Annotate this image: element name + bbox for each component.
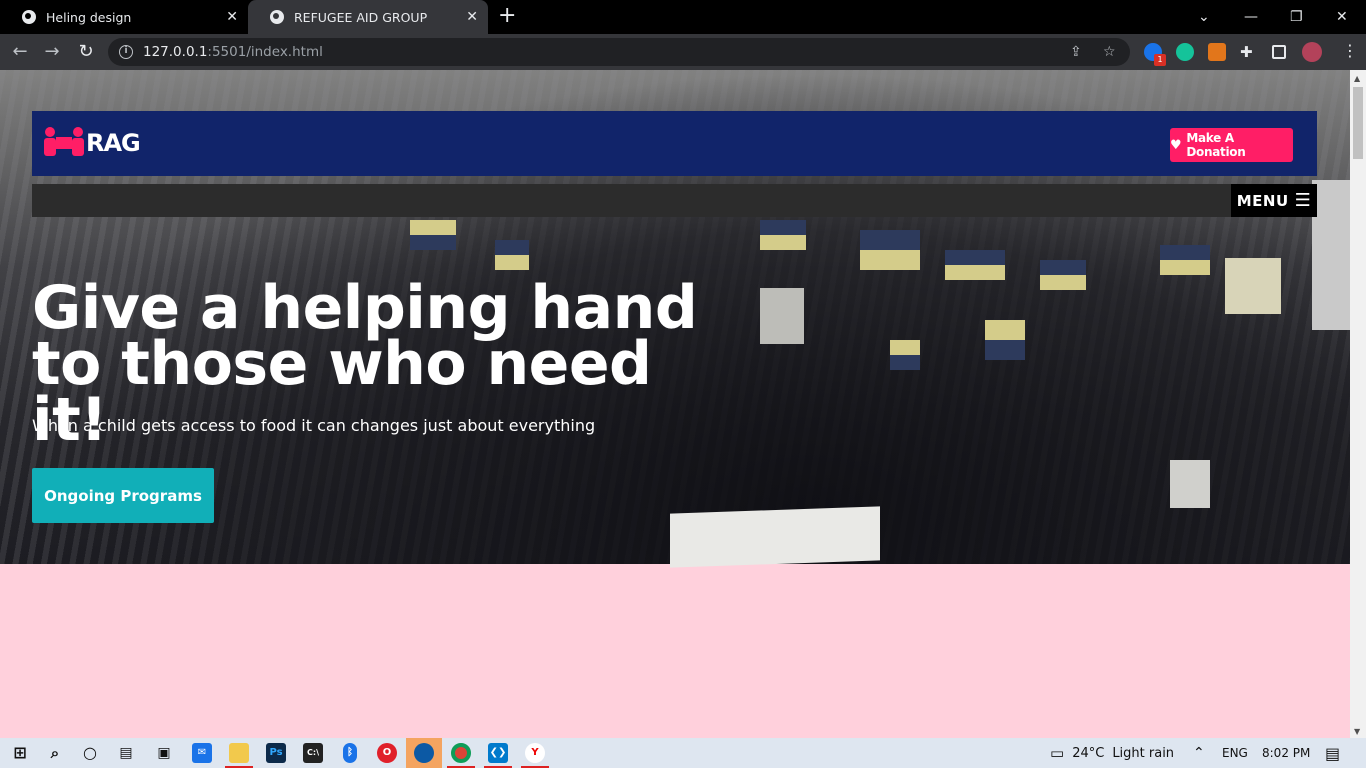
hamburger-icon: ☰	[1294, 190, 1312, 211]
chrome-icon[interactable]	[451, 743, 471, 763]
task-view-icon[interactable]: ▤	[116, 743, 136, 763]
site-header: RAG ♥ Make A Donation	[32, 111, 1317, 176]
globe-icon	[22, 10, 36, 24]
command-prompt-icon[interactable]: C:\	[303, 743, 323, 763]
crowd-placard	[1170, 460, 1210, 508]
metamask-icon[interactable]	[1208, 43, 1226, 61]
donate-label: Make A Donation	[1186, 131, 1246, 159]
url-text: 127.0.0.1:5501/index.html	[143, 44, 323, 60]
browser-toolbar: ← → ↻ i 127.0.0.1:5501/index.html ⇪ ☆ 1 …	[0, 34, 1366, 70]
bluetooth-icon[interactable]: ᛒ	[343, 743, 357, 763]
show-hidden-icons-chevron-icon[interactable]: ⌃	[1193, 738, 1205, 768]
browser-tab-strip: Heling design ✕ REFUGEE AID GROUP ✕ + ⌄ …	[0, 0, 1366, 34]
close-window-icon[interactable]: ✕	[1336, 0, 1348, 34]
hero-section: RAG ♥ Make A Donation MENU ☰ Give a help…	[0, 70, 1350, 568]
page-scrollbar[interactable]: ▲ ▼	[1350, 70, 1366, 738]
tab-title: Heling design	[46, 9, 132, 25]
weather-temp: 24°C	[1072, 745, 1105, 761]
close-tab-icon[interactable]: ✕	[466, 9, 478, 25]
address-bar[interactable]: i 127.0.0.1:5501/index.html ⇪ ☆	[108, 38, 1130, 66]
edge-icon[interactable]	[414, 743, 434, 763]
tab-search-chevron-icon[interactable]: ⌄	[1198, 0, 1210, 34]
rag-logo-icon	[44, 127, 84, 159]
file-explorer-icon[interactable]	[229, 743, 249, 763]
side-panel-icon[interactable]	[1272, 45, 1286, 59]
weather-widget[interactable]: ▭ 24°C Light rain	[1050, 738, 1174, 768]
scroll-down-arrow-icon[interactable]: ▼	[1354, 727, 1360, 736]
hero-subtitle: When a child gets access to food it can …	[32, 416, 596, 435]
heart-icon: ♥	[1170, 137, 1182, 153]
crowd-flag	[1160, 245, 1210, 275]
ongoing-programs-button[interactable]: Ongoing Programs	[32, 468, 214, 523]
crowd-flag	[760, 220, 806, 250]
scroll-thumb[interactable]	[1353, 87, 1363, 159]
globe-icon	[270, 10, 284, 24]
clock[interactable]: 8:02 PM	[1262, 738, 1310, 768]
new-tab-plus-icon[interactable]: +	[498, 5, 516, 27]
windows-taskbar: ⊞ ⌕ ○ ▤ ▣ ✉ Ps C:\ ᛒ O ❮❯ Y ▭ 24°C Light…	[0, 738, 1366, 768]
site-logo[interactable]: RAG	[44, 127, 141, 159]
tab-heling-design[interactable]: Heling design ✕	[0, 0, 248, 34]
mail-icon[interactable]: ✉	[192, 743, 212, 763]
grammarly-icon[interactable]	[1176, 43, 1194, 61]
bookmark-star-icon[interactable]: ☆	[1103, 44, 1116, 60]
logo-text: RAG	[86, 129, 141, 157]
page-viewport: RAG ♥ Make A Donation MENU ☰ Give a help…	[0, 70, 1350, 738]
notifications-icon[interactable]: ▤	[1325, 738, 1340, 768]
crowd-flag	[410, 220, 456, 250]
more-menu-icon[interactable]: ⋮	[1342, 41, 1358, 60]
back-arrow-icon[interactable]: ←	[8, 40, 32, 64]
tab-title: REFUGEE AID GROUP	[294, 9, 428, 25]
profile-avatar[interactable]	[1302, 42, 1322, 62]
weather-text: Light rain	[1112, 745, 1175, 761]
site-info-icon[interactable]: i	[119, 45, 133, 59]
share-icon[interactable]: ⇪	[1070, 44, 1082, 60]
extensions-puzzle-icon[interactable]: ✚	[1240, 43, 1253, 61]
search-icon[interactable]: ⌕	[45, 743, 65, 763]
store-bag-icon[interactable]: ▣	[154, 743, 174, 763]
make-donation-button[interactable]: ♥ Make A Donation	[1170, 128, 1293, 162]
windows-start-icon[interactable]: ⊞	[10, 743, 30, 763]
crowd-placard	[1312, 180, 1350, 330]
weather-icon: ▭	[1050, 744, 1065, 762]
crowd-flag	[985, 320, 1025, 360]
tab-refugee-aid-group[interactable]: REFUGEE AID GROUP ✕	[248, 0, 488, 34]
menu-bar: MENU ☰	[32, 184, 1317, 217]
language-indicator[interactable]: ENG	[1222, 738, 1248, 768]
menu-label: MENU	[1236, 191, 1289, 210]
crowd-flag	[495, 240, 529, 270]
crowd-flag	[860, 230, 920, 270]
reload-icon[interactable]: ↻	[74, 40, 98, 64]
minimize-icon[interactable]: —	[1244, 0, 1258, 34]
crowd-placard	[760, 288, 804, 344]
vscode-icon[interactable]: ❮❯	[488, 743, 508, 763]
yandex-icon[interactable]: Y	[525, 743, 545, 763]
close-tab-icon[interactable]: ✕	[226, 9, 238, 25]
cortana-circle-icon[interactable]: ○	[80, 743, 100, 763]
crowd-flag	[1040, 260, 1086, 290]
restore-icon[interactable]: ❐	[1290, 0, 1303, 34]
opera-icon[interactable]: O	[377, 743, 397, 763]
menu-button[interactable]: MENU ☰	[1231, 184, 1317, 217]
photoshop-icon[interactable]: Ps	[266, 743, 286, 763]
forward-arrow-icon[interactable]: →	[40, 40, 64, 64]
scroll-up-arrow-icon[interactable]: ▲	[1354, 74, 1360, 83]
crowd-flag	[945, 250, 1005, 280]
crowd-flag	[890, 340, 920, 370]
crowd-placard	[1225, 258, 1281, 314]
crowd-placard	[670, 506, 880, 568]
extension-badge: 1	[1154, 54, 1166, 66]
